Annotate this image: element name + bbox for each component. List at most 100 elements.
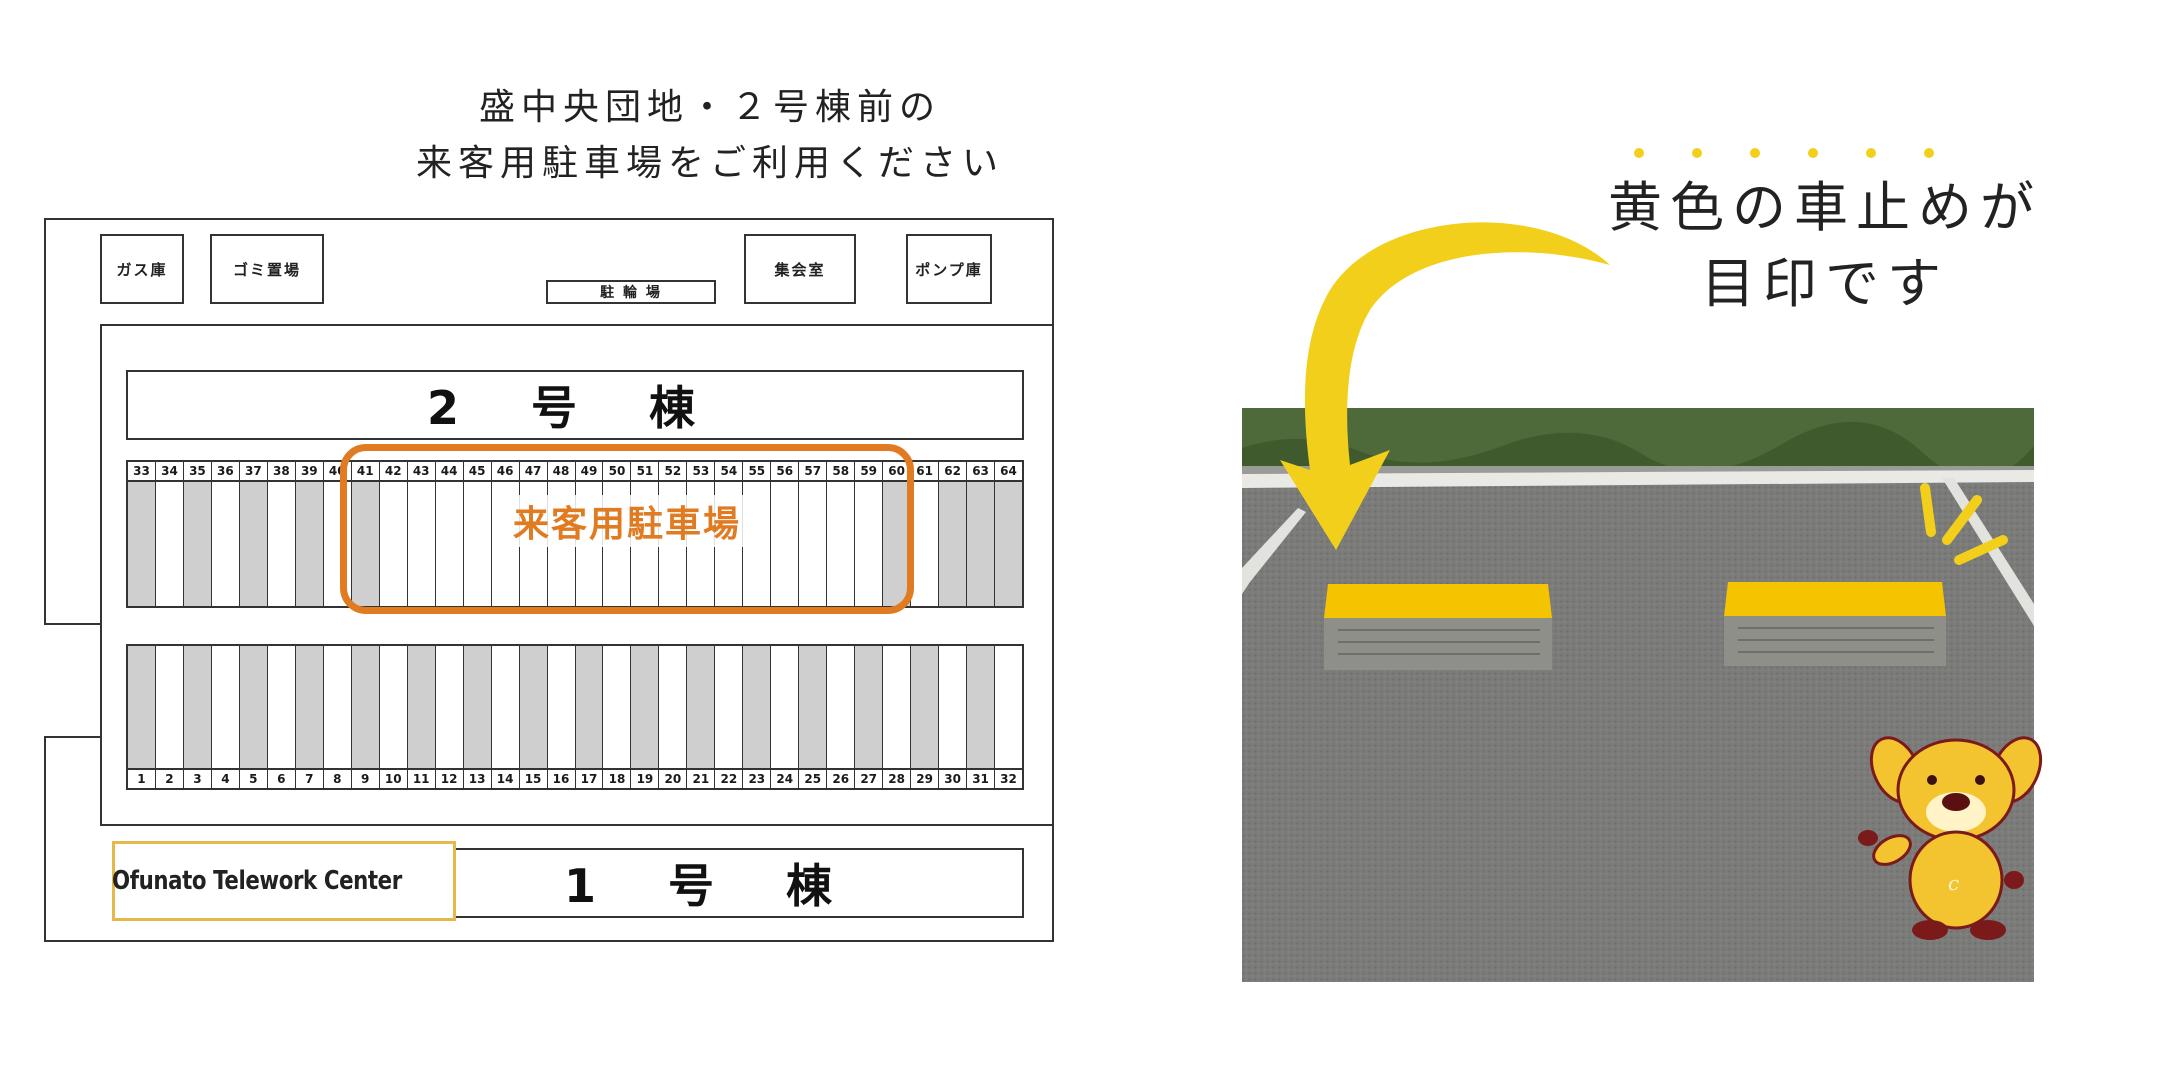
facility-pump-room: ポンプ庫 bbox=[906, 234, 992, 304]
parking-space bbox=[547, 646, 576, 768]
space-number: 57 bbox=[799, 462, 828, 480]
space-number: 34 bbox=[155, 462, 184, 480]
parking-row-bottom-slots bbox=[126, 644, 1024, 768]
space-number: 29 bbox=[911, 770, 940, 788]
car-stopper-left bbox=[1324, 584, 1552, 670]
space-number: 41 bbox=[351, 462, 380, 480]
parking-space bbox=[351, 646, 380, 768]
parking-space bbox=[323, 482, 352, 606]
space-number: 27 bbox=[855, 770, 884, 788]
parking-space bbox=[155, 646, 184, 768]
parking-space bbox=[295, 646, 324, 768]
parking-space bbox=[575, 646, 604, 768]
space-number: 2 bbox=[155, 770, 184, 788]
parking-space bbox=[128, 482, 156, 606]
space-number: 7 bbox=[295, 770, 324, 788]
callout-line-1: 黄色の車止めが bbox=[1608, 176, 2042, 239]
space-number: 49 bbox=[575, 462, 604, 480]
mascot-dog-icon: c bbox=[1858, 736, 2043, 940]
parking-space bbox=[687, 482, 716, 606]
parking-space bbox=[295, 482, 324, 606]
parking-space bbox=[155, 482, 184, 606]
space-number: 19 bbox=[631, 770, 660, 788]
space-number: 28 bbox=[883, 770, 912, 788]
space-number: 6 bbox=[267, 770, 296, 788]
page-header: 盛中央団地・２号棟前の 来客用駐車場をご利用ください bbox=[360, 80, 1060, 192]
map-entrance-line bbox=[44, 623, 100, 625]
parking-space bbox=[519, 482, 548, 606]
parking-space bbox=[771, 646, 800, 768]
curved-arrow-icon bbox=[1280, 222, 1610, 550]
space-number: 63 bbox=[967, 462, 996, 480]
space-number: 4 bbox=[211, 770, 240, 788]
parking-space bbox=[267, 646, 296, 768]
parking-space bbox=[128, 646, 156, 768]
parking-space bbox=[631, 482, 660, 606]
parking-space bbox=[379, 482, 408, 606]
parking-space bbox=[463, 646, 492, 768]
parking-row-bottom-numbers: 1 2 3 4 5 6 7 8 9 10 11 12 13 14 15 16 17 18 19 20 21 22 23 24 2… bbox=[126, 768, 1024, 790]
space-number: 31 bbox=[967, 770, 996, 788]
header-line-2: 来客用駐車場をご利用ください bbox=[415, 143, 1004, 184]
parking-row-top: 33 34 35 36 37 38 39 40 41 42 43 44 45 46 47 48 49 50 51 52… bbox=[126, 460, 1024, 608]
space-number: 13 bbox=[463, 770, 492, 788]
callout-line-2: 目印です bbox=[1701, 252, 1949, 315]
space-number: 44 bbox=[435, 462, 464, 480]
parking-space bbox=[995, 482, 1022, 606]
parking-space bbox=[715, 646, 744, 768]
space-number: 48 bbox=[547, 462, 576, 480]
parking-space bbox=[491, 482, 520, 606]
space-number: 52 bbox=[659, 462, 688, 480]
space-number: 45 bbox=[463, 462, 492, 480]
space-number: 33 bbox=[128, 462, 156, 480]
space-number: 58 bbox=[827, 462, 856, 480]
parking-space bbox=[435, 646, 464, 768]
parking-space bbox=[631, 646, 660, 768]
space-number: 39 bbox=[295, 462, 324, 480]
space-number: 54 bbox=[715, 462, 744, 480]
space-number: 1 bbox=[128, 770, 156, 788]
space-number: 36 bbox=[211, 462, 240, 480]
space-number: 25 bbox=[799, 770, 828, 788]
space-number: 12 bbox=[435, 770, 464, 788]
parking-space bbox=[967, 482, 996, 606]
space-number: 60 bbox=[883, 462, 912, 480]
space-number: 10 bbox=[379, 770, 408, 788]
parking-space bbox=[323, 646, 352, 768]
space-number: 38 bbox=[267, 462, 296, 480]
dot bbox=[1808, 148, 1818, 158]
map-wall bbox=[44, 736, 46, 942]
parking-space bbox=[911, 482, 940, 606]
parking-space bbox=[743, 646, 772, 768]
space-number: 61 bbox=[911, 462, 940, 480]
space-number: 22 bbox=[715, 770, 744, 788]
space-number: 17 bbox=[575, 770, 604, 788]
parking-space bbox=[407, 482, 436, 606]
space-number: 62 bbox=[939, 462, 968, 480]
space-number: 15 bbox=[519, 770, 548, 788]
space-number: 18 bbox=[603, 770, 632, 788]
telework-center-logo: Ofunato Telework Center bbox=[112, 841, 456, 921]
space-number: 37 bbox=[239, 462, 268, 480]
car-stopper-right bbox=[1724, 582, 1946, 666]
parking-space bbox=[939, 646, 968, 768]
dot bbox=[1634, 148, 1644, 158]
parking-row-top-slots bbox=[126, 482, 1024, 608]
space-number: 55 bbox=[743, 462, 772, 480]
parking-space bbox=[771, 482, 800, 606]
parking-space bbox=[183, 646, 212, 768]
dot bbox=[1924, 148, 1934, 158]
parking-space bbox=[687, 646, 716, 768]
parking-space bbox=[799, 646, 828, 768]
space-number: 16 bbox=[547, 770, 576, 788]
space-number: 14 bbox=[491, 770, 520, 788]
space-number: 32 bbox=[995, 770, 1022, 788]
parking-space bbox=[351, 482, 380, 606]
space-number: 40 bbox=[323, 462, 352, 480]
parking-space bbox=[379, 646, 408, 768]
space-number: 53 bbox=[687, 462, 716, 480]
space-number: 3 bbox=[183, 770, 212, 788]
header-line-1: 盛中央団地・２号棟前の bbox=[478, 87, 941, 128]
space-number: 26 bbox=[827, 770, 856, 788]
parking-space bbox=[267, 482, 296, 606]
